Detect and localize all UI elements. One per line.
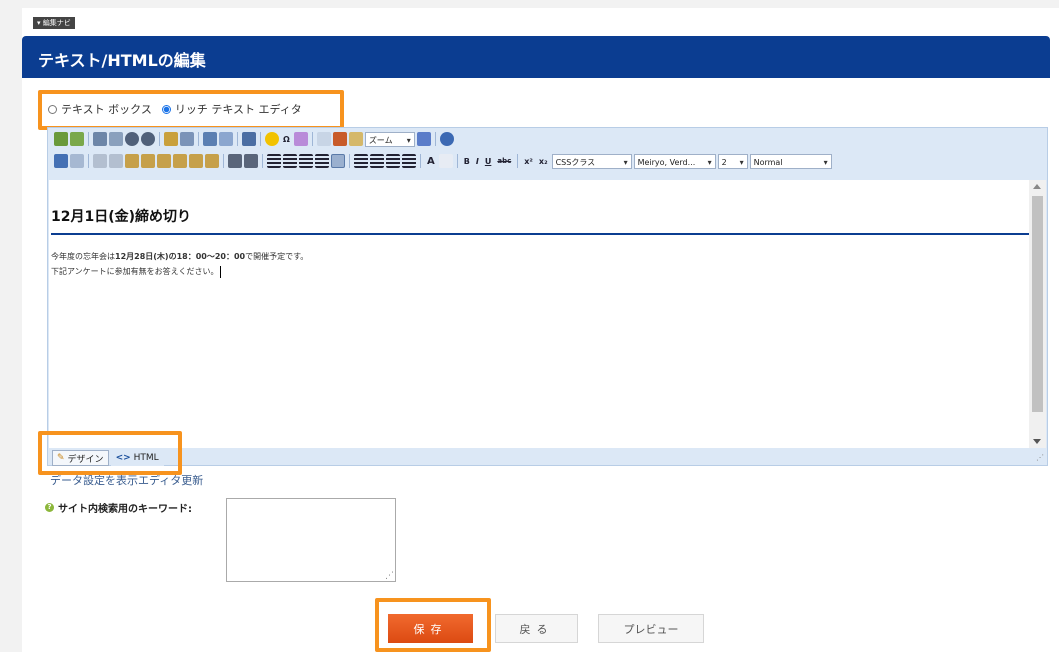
- spellcheck-icon[interactable]: [54, 132, 68, 146]
- editor-content-area[interactable]: 12月1日(金)締め切り 今年度の忘年会は12月28日(木)の18：00〜20：…: [49, 180, 1029, 448]
- paragraph-style-select[interactable]: Normal: [749, 153, 832, 170]
- abc-check-icon[interactable]: [316, 132, 331, 146]
- undo-icon[interactable]: [54, 154, 68, 168]
- page-header: テキスト/HTMLの編集: [22, 36, 1050, 78]
- align-none-icon[interactable]: [331, 154, 345, 168]
- scrollbar-thumb[interactable]: [1032, 196, 1043, 412]
- toolbar-separator: [420, 154, 421, 168]
- align-right-icon[interactable]: [299, 154, 313, 168]
- content-heading: 12月1日(金)締め切り: [51, 209, 192, 225]
- text-caret: [220, 265, 222, 278]
- align-justify-icon[interactable]: [315, 154, 329, 168]
- heading-underline: [51, 233, 1029, 235]
- zoom-select[interactable]: ズーム: [364, 131, 415, 148]
- css-class-select[interactable]: CSSクラス: [551, 153, 632, 170]
- highlight-save-button: [375, 598, 491, 652]
- paragraph-icon[interactable]: [242, 132, 256, 146]
- format-stripper-icon[interactable]: [348, 132, 363, 146]
- toolbar-separator: [517, 154, 519, 168]
- find-replace-icon[interactable]: [332, 132, 347, 146]
- resize-grip-icon[interactable]: ⋰: [1036, 453, 1044, 462]
- toolbar-separator: [456, 154, 458, 168]
- underline-button[interactable]: U: [483, 157, 494, 166]
- media-manager-icon[interactable]: [125, 132, 139, 146]
- highlight-color-icon[interactable]: [438, 154, 453, 168]
- toolbar-separator: [349, 154, 350, 168]
- keyword-textarea[interactable]: [226, 498, 396, 582]
- insert-table-icon[interactable]: [203, 132, 217, 146]
- highlight-editor-tabs: [38, 431, 182, 475]
- toolbar-row-1: Ω ズーム: [54, 130, 454, 148]
- content-line-1-post: で開催予定です。: [245, 252, 309, 261]
- paste-plain-icon[interactable]: [157, 154, 171, 168]
- align-left-icon[interactable]: [267, 154, 281, 168]
- toolbar-separator: [311, 132, 313, 146]
- scroll-down-icon[interactable]: [1033, 439, 1041, 444]
- keyword-label-text: サイト内検索用のキーワード:: [58, 504, 192, 515]
- back-button[interactable]: 戻る: [495, 614, 578, 643]
- flash-manager-icon[interactable]: [109, 132, 123, 146]
- toolbar-separator: [260, 132, 261, 146]
- indent-icon[interactable]: [354, 154, 368, 168]
- table-options-icon[interactable]: [219, 132, 233, 146]
- textarea-resize-icon[interactable]: ⋰: [385, 571, 394, 581]
- font-size-select[interactable]: 2: [717, 153, 748, 170]
- content-line-1: 今年度の忘年会は12月28日(木)の18：00〜20：00で開催予定です。: [51, 249, 308, 264]
- superscript-button[interactable]: x²: [522, 157, 535, 166]
- rich-text-editor: Ω ズーム A: [47, 127, 1048, 466]
- content-line-1-bold: 12月28日(木)の18：00〜20：00: [115, 252, 246, 261]
- strikethrough-button[interactable]: abc: [495, 157, 513, 165]
- help-icon[interactable]: [439, 132, 454, 146]
- find-icon[interactable]: [244, 154, 258, 168]
- preview-button[interactable]: プレビュー: [598, 614, 704, 643]
- paste-icon[interactable]: [125, 154, 139, 168]
- toolbar-separator: [237, 132, 238, 146]
- print-icon[interactable]: [228, 154, 242, 168]
- question-icon: ?: [45, 503, 54, 512]
- module-manager-icon[interactable]: [416, 132, 431, 146]
- paste-html-icon[interactable]: [173, 154, 187, 168]
- bold-button[interactable]: B: [462, 157, 472, 166]
- scroll-up-icon[interactable]: [1033, 184, 1041, 189]
- copy-icon[interactable]: [109, 154, 123, 168]
- page-title: テキスト/HTMLの編集: [38, 51, 206, 70]
- toolbar-row-2: A B I U abc x² x₂ CSSクラス Meiryo, Verd...…: [54, 152, 832, 170]
- special-char-icon[interactable]: Ω: [281, 135, 292, 144]
- insert-symbol-icon[interactable]: [293, 132, 308, 146]
- edit-nav-toggle[interactable]: ▾ 編集ナビ: [33, 17, 75, 29]
- toolbar-separator: [198, 132, 199, 146]
- bullet-list-icon[interactable]: [402, 154, 416, 168]
- italic-button[interactable]: I: [474, 157, 481, 166]
- font-color-icon[interactable]: A: [425, 156, 437, 167]
- toolbar-separator: [88, 154, 89, 168]
- format-painter-icon[interactable]: [205, 154, 219, 168]
- content-line-2: 下記アンケートに参加有無をお答えください。: [51, 264, 222, 279]
- highlight-mode-selector: [38, 90, 344, 130]
- keyword-label: ? サイト内検索用のキーワード:: [45, 500, 192, 515]
- spellcheck-option-icon[interactable]: [70, 132, 84, 146]
- toolbar-separator: [159, 132, 160, 146]
- link-manager-icon[interactable]: [180, 132, 194, 146]
- toolbar-separator: [223, 154, 224, 168]
- content-line-2-text: 下記アンケートに参加有無をお答えください。: [51, 267, 219, 276]
- emoticon-icon[interactable]: [265, 132, 279, 146]
- font-family-select[interactable]: Meiryo, Verd...: [633, 153, 716, 170]
- cut-icon[interactable]: [93, 154, 107, 168]
- content-line-1-pre: 今年度の忘年会は: [51, 252, 115, 261]
- document-manager-icon[interactable]: [141, 132, 155, 146]
- align-center-icon[interactable]: [283, 154, 297, 168]
- toolbar-separator: [88, 132, 89, 146]
- paste-as-html-icon[interactable]: [189, 154, 203, 168]
- toolbar-separator: [434, 132, 436, 146]
- subscript-button[interactable]: x₂: [537, 157, 550, 166]
- numbered-list-icon[interactable]: [386, 154, 400, 168]
- toolbar-separator: [262, 154, 263, 168]
- template-icon[interactable]: [164, 132, 178, 146]
- outdent-icon[interactable]: [370, 154, 384, 168]
- image-manager-icon[interactable]: [93, 132, 107, 146]
- paste-word-icon[interactable]: [141, 154, 155, 168]
- redo-icon[interactable]: [70, 154, 84, 168]
- editor-scrollbar[interactable]: [1029, 180, 1046, 448]
